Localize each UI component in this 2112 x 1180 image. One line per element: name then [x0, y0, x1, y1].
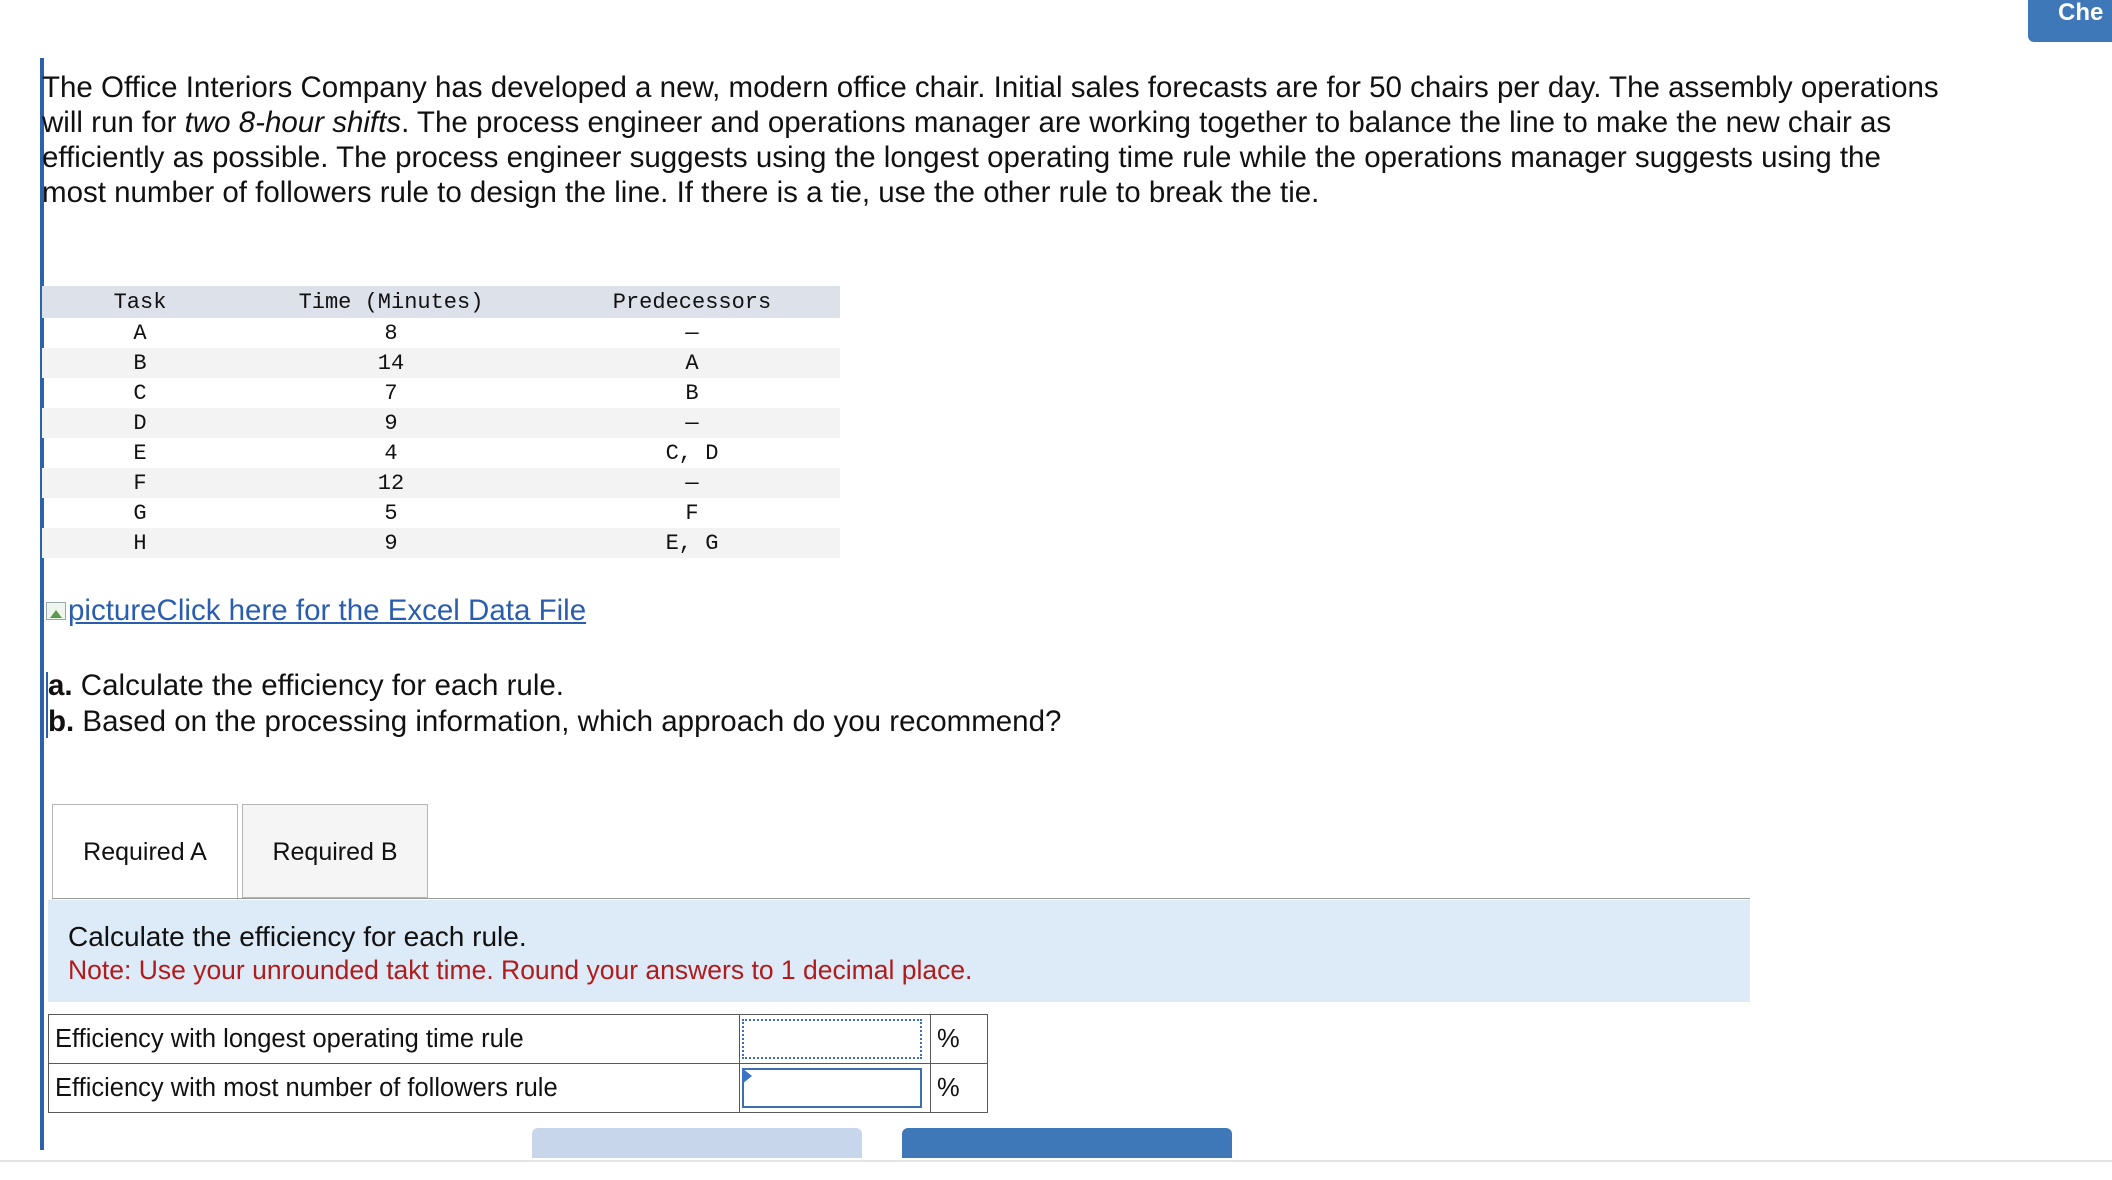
- bottom-divider: [0, 1160, 2112, 1162]
- table-row: C 7 B: [42, 378, 840, 408]
- problem-statement: The Office Interiors Company has develop…: [42, 71, 1939, 209]
- instruction-note: Note: Use your unrounded takt time. Roun…: [68, 955, 973, 985]
- time-cell: 5: [384, 500, 398, 526]
- table-row: F 12 —: [42, 468, 840, 498]
- time-cell: 9: [238, 528, 544, 558]
- task-table-header: Task Time (Minutes) Predecessors: [42, 286, 840, 318]
- time-cell: 4: [384, 440, 398, 466]
- task-cell: H: [42, 528, 238, 558]
- header-task: Task: [42, 286, 238, 318]
- percent-unit: %: [930, 1063, 988, 1113]
- answer-input-cell: [739, 1063, 931, 1113]
- table-row: D 9 —: [42, 408, 840, 438]
- table-row: H 9 E, G: [42, 528, 840, 558]
- predecessor-cell: B: [685, 380, 699, 406]
- table-row: B 14 A: [42, 348, 840, 378]
- answer-label: Efficiency with most number of followers…: [48, 1063, 740, 1113]
- excel-link-img-alt: picture: [68, 594, 157, 627]
- question-b: b. Based on the processing information, …: [48, 705, 1062, 738]
- percent-unit: %: [930, 1014, 988, 1064]
- task-cell: F: [42, 468, 238, 498]
- predecessor-cell: —: [685, 320, 699, 346]
- problem-emphasis: two 8-hour shifts: [184, 106, 402, 139]
- predecessor-cell: —: [544, 468, 840, 498]
- question-list: a. Calculate the efficiency for each rul…: [48, 668, 1061, 740]
- instructions-panel: Calculate the efficiency for each rule. …: [48, 900, 1750, 1002]
- predecessor-cell: —: [544, 408, 840, 438]
- efficiency-longest-time-input[interactable]: [742, 1019, 922, 1059]
- answer-table: Efficiency with longest operating time r…: [48, 1014, 988, 1113]
- instruction-text: Calculate the efficiency for each rule.: [68, 921, 527, 952]
- answer-label: Efficiency with longest operating time r…: [48, 1014, 740, 1064]
- time-cell: 7: [384, 380, 398, 406]
- table-row: Efficiency with most number of followers…: [48, 1063, 988, 1113]
- task-table: Task Time (Minutes) Predecessors A 8 — B…: [42, 286, 840, 558]
- excel-data-file-link[interactable]: pictureClick here for the Excel Data Fil…: [44, 594, 586, 628]
- tab-required-a[interactable]: Required A: [52, 804, 238, 900]
- header-predecessors: Predecessors: [544, 286, 840, 318]
- time-cell: 8: [384, 320, 398, 346]
- table-row: Efficiency with longest operating time r…: [48, 1014, 988, 1064]
- efficiency-most-followers-input[interactable]: [742, 1068, 922, 1108]
- task-cell: D: [42, 408, 238, 438]
- tab-divider: [52, 898, 1750, 899]
- time-cell: 14: [238, 348, 544, 378]
- check-button[interactable]: Che: [2028, 0, 2112, 42]
- table-row: E 4 C, D: [42, 438, 840, 468]
- predecessor-cell: F: [685, 500, 699, 526]
- predecessor-cell: A: [544, 348, 840, 378]
- previous-button[interactable]: [532, 1128, 862, 1158]
- time-cell: 9: [238, 408, 544, 438]
- task-cell: A: [133, 320, 147, 346]
- time-cell: 12: [238, 468, 544, 498]
- task-cell: E: [133, 440, 147, 466]
- header-time: Time (Minutes): [238, 286, 544, 318]
- tab-required-b[interactable]: Required B: [242, 804, 428, 898]
- answer-input-cell: [739, 1014, 931, 1064]
- predecessor-cell: E, G: [544, 528, 840, 558]
- excel-link-text: Click here for the Excel Data File: [156, 594, 587, 627]
- table-row: G 5 F: [42, 498, 840, 528]
- question-a: a. Calculate the efficiency for each rul…: [48, 669, 564, 702]
- predecessor-cell: C, D: [665, 440, 719, 466]
- task-cell: C: [133, 380, 147, 406]
- broken-image-icon: [44, 598, 68, 622]
- task-cell: B: [42, 348, 238, 378]
- task-cell: G: [133, 500, 147, 526]
- table-row: A 8 —: [42, 318, 840, 348]
- input-marker-icon: [742, 1068, 752, 1084]
- next-button[interactable]: [902, 1128, 1232, 1158]
